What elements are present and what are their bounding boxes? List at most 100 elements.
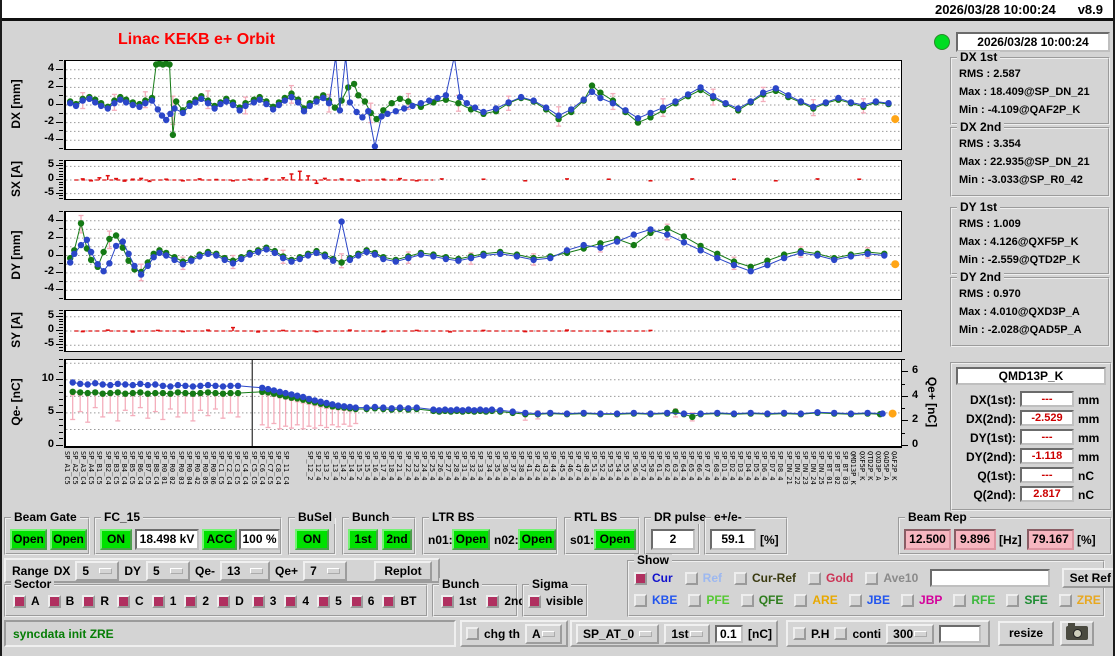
busel-on-button[interactable]: ON: [295, 529, 329, 550]
checkbox[interactable]: [217, 594, 231, 608]
busel-group: BuSel ON: [288, 511, 336, 555]
bpm-label: SP_R0_05: [200, 451, 209, 485]
checkbox[interactable]: [317, 594, 331, 608]
set-ref-button[interactable]: Set Ref: [1062, 568, 1113, 588]
minor-tick-mark: [59, 95, 63, 96]
sector-item-1[interactable]: 1: [151, 594, 176, 608]
range-qem-label: Qe-: [195, 563, 216, 578]
show-item-pfe[interactable]: PFE: [688, 593, 730, 607]
ltr-n02-open-button[interactable]: Open: [518, 529, 556, 550]
show-item-ref[interactable]: Ref: [684, 571, 722, 585]
show-item-rfe[interactable]: RFE: [953, 593, 995, 607]
checkbox[interactable]: [486, 594, 500, 608]
checkbox[interactable]: [634, 593, 647, 607]
fc15-acc-button[interactable]: ACC: [202, 529, 237, 550]
bunch-select-menu[interactable]: 1st: [664, 623, 710, 644]
checkbox[interactable]: [1006, 593, 1020, 607]
range-dy-select[interactable]: 5: [146, 560, 191, 581]
dr-pulse-title: DR pulse: [651, 511, 710, 524]
checkbox[interactable]: [848, 593, 862, 607]
checkbox[interactable]: [13, 594, 26, 608]
checkbox[interactable]: [688, 593, 702, 607]
checkbox[interactable]: [953, 593, 967, 607]
show-item-cur[interactable]: Cur: [634, 571, 673, 585]
sector-item-a[interactable]: A: [13, 594, 40, 608]
show-item-gold[interactable]: Gold: [808, 571, 853, 585]
beam-gate-open-2-button[interactable]: Open: [50, 529, 87, 550]
sector-item-2[interactable]: 2: [184, 594, 209, 608]
checkbox[interactable]: [684, 571, 698, 585]
conti-checkbox[interactable]: [834, 627, 848, 640]
checkbox-label: BT: [400, 594, 417, 608]
range-qep-select[interactable]: 7: [303, 560, 348, 581]
checkbox[interactable]: [1058, 593, 1072, 607]
minor-tick-mark: [59, 298, 63, 299]
bpm-label: SP_12_2: [306, 451, 315, 481]
sp-select[interactable]: SP_AT_0: [576, 623, 660, 644]
show-item-cur-ref[interactable]: Cur-Ref: [734, 571, 796, 585]
bunch-item-2nd[interactable]: 2nd: [486, 594, 526, 608]
screenshot-button[interactable]: [1060, 621, 1094, 646]
monitor-name-field[interactable]: QMD13P_K: [956, 367, 1106, 385]
show-item-kbe[interactable]: KBE: [634, 593, 677, 607]
sector-item-4[interactable]: 4: [284, 594, 309, 608]
checkbox[interactable]: [808, 571, 822, 585]
sector-item-r[interactable]: R: [82, 594, 109, 608]
sector-item-d[interactable]: D: [217, 594, 244, 608]
checkbox[interactable]: [284, 594, 298, 608]
show-item-zre[interactable]: ZRE: [1058, 593, 1101, 607]
sector-item-c[interactable]: C: [117, 594, 144, 608]
show-item-are[interactable]: ARE: [794, 593, 838, 607]
checkbox-label: 5: [335, 594, 342, 608]
checkbox[interactable]: [47, 594, 61, 608]
bunch-1st-button[interactable]: 1st: [348, 529, 378, 550]
threshold-input[interactable]: [715, 624, 743, 643]
checkbox[interactable]: [117, 594, 131, 608]
checkbox[interactable]: [901, 593, 915, 607]
sector-item-6[interactable]: 6: [349, 594, 374, 608]
chg-th-checkbox[interactable]: [466, 627, 479, 640]
beam-rep-field-1: 12.500: [904, 529, 951, 550]
checkbox[interactable]: [151, 594, 165, 608]
sector-item-5[interactable]: 5: [317, 594, 342, 608]
checkbox[interactable]: [528, 594, 541, 608]
show-item-jbp[interactable]: JBP: [901, 593, 942, 607]
replot-button[interactable]: Replot: [374, 560, 432, 581]
bunch-item-1st[interactable]: 1st: [441, 594, 476, 608]
beam-gate-open-1-button[interactable]: Open: [10, 529, 47, 550]
checkbox[interactable]: [794, 593, 808, 607]
show-item-ave10[interactable]: Ave10: [865, 571, 918, 585]
ph-checkbox[interactable]: [793, 627, 806, 640]
checkbox[interactable]: [740, 593, 754, 607]
range-dx-select[interactable]: 5: [75, 560, 120, 581]
fc15-on-button[interactable]: ON: [100, 529, 132, 550]
range-qem-select[interactable]: 13: [220, 560, 271, 581]
checkbox[interactable]: [865, 571, 879, 585]
extra-entry[interactable]: [939, 624, 982, 643]
ph-conti-group: P.H conti 300: [786, 620, 990, 647]
checkbox[interactable]: [634, 571, 647, 585]
rtl-s01-open-button[interactable]: Open: [594, 529, 636, 550]
checkbox[interactable]: [441, 594, 454, 608]
checkbox[interactable]: [734, 571, 748, 585]
sector-item-b[interactable]: B: [47, 594, 75, 608]
checkbox-label: B: [65, 594, 75, 608]
checkbox[interactable]: [251, 594, 265, 608]
sector-item-3[interactable]: 3: [251, 594, 276, 608]
sector-item-bt[interactable]: BT: [382, 594, 416, 608]
show-item-sfe[interactable]: SFE: [1006, 593, 1048, 607]
option-menu-indicator-icon: [99, 567, 113, 574]
resize-button[interactable]: resize: [998, 621, 1054, 646]
show-item-qfe[interactable]: QFE: [740, 593, 783, 607]
checkbox[interactable]: [82, 594, 96, 608]
ltr-n01-open-button[interactable]: Open: [452, 529, 490, 550]
sigma-item-visible[interactable]: visible: [528, 594, 583, 608]
ref-entry[interactable]: [930, 569, 1051, 587]
show-item-jbe[interactable]: JBE: [848, 593, 890, 607]
checkbox[interactable]: [382, 594, 396, 608]
checkbox[interactable]: [349, 594, 363, 608]
interval-select[interactable]: 300: [886, 623, 935, 644]
checkbox[interactable]: [184, 594, 198, 608]
bunch-2nd-button[interactable]: 2nd: [382, 529, 412, 550]
th-select[interactable]: A: [525, 623, 562, 644]
